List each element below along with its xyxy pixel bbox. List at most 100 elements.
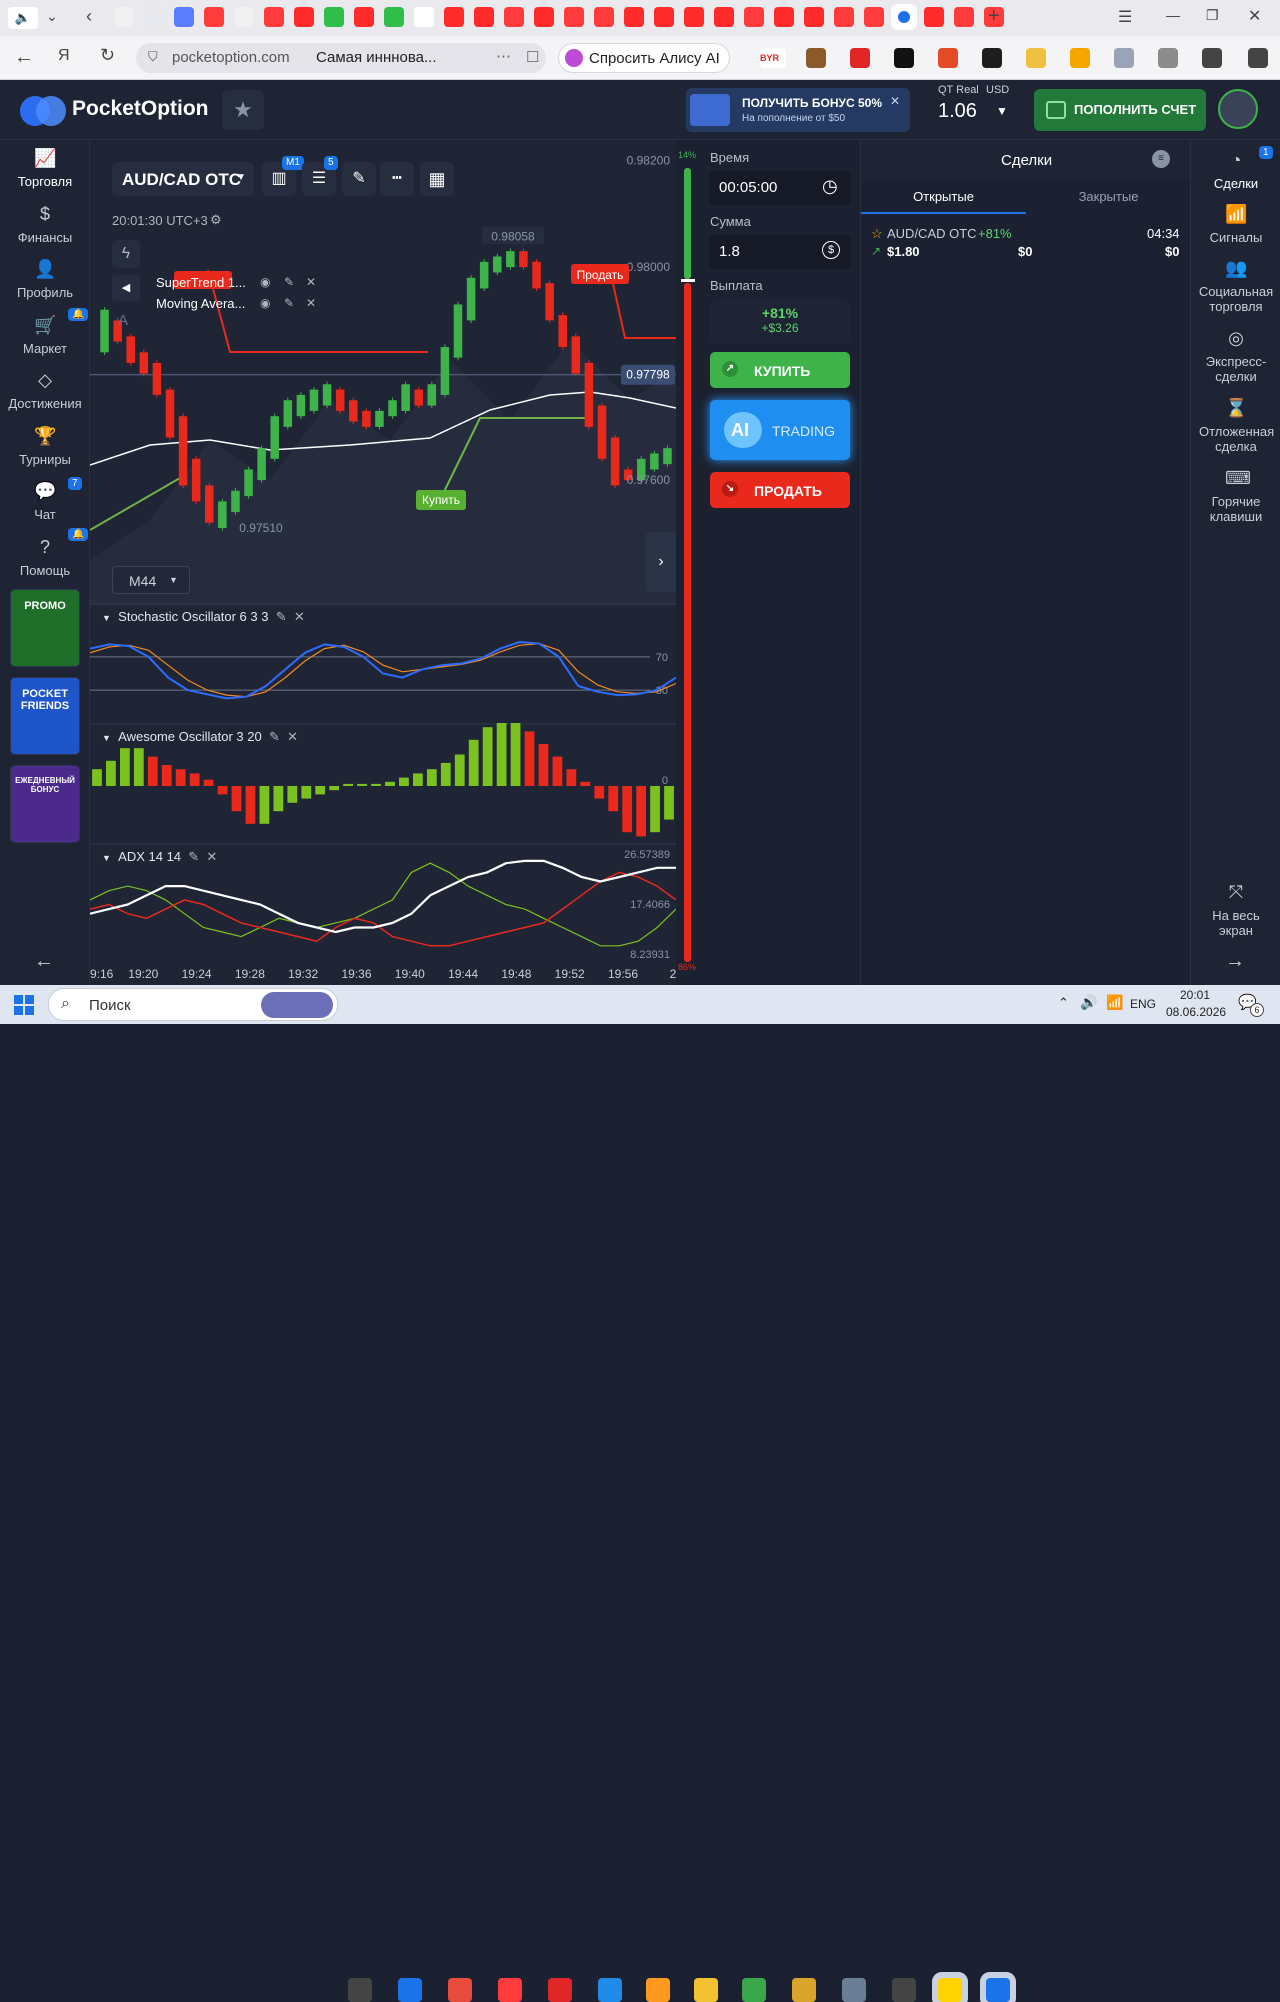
extension-icon[interactable]: BYR — [760, 48, 786, 68]
logo-icon[interactable] — [20, 96, 66, 126]
close-icon[interactable]: ✕ — [306, 296, 316, 310]
taskbar-app-icon[interactable] — [598, 1978, 622, 2002]
rnav-signals[interactable]: 📶 Сигналы — [1191, 204, 1280, 245]
browser-tab-icon[interactable] — [174, 7, 194, 27]
close-icon[interactable]: ✕ — [306, 275, 316, 289]
asset-selector[interactable]: AUD/CAD OTC ▼ — [112, 162, 254, 196]
maximize-icon[interactable]: ❐ — [1206, 7, 1219, 24]
taskbar-app-icon[interactable] — [398, 1978, 422, 2002]
browser-tab-icon[interactable] — [594, 7, 614, 27]
yandex-icon[interactable]: Я — [58, 47, 70, 65]
nav-item-0[interactable]: 📈 Торговля — [0, 148, 90, 189]
browser-tab-icon[interactable] — [804, 7, 824, 27]
timeframe-button[interactable]: ▥ M1 — [262, 156, 304, 196]
close-icon[interactable]: ✕ — [294, 609, 305, 624]
favorites-button[interactable]: ★ — [222, 90, 264, 130]
rnav-express[interactable]: ◎ Экспресс-сделки — [1191, 328, 1280, 384]
chevron-down-icon[interactable]: ⌄ — [46, 8, 58, 25]
nav-item-6[interactable]: 💬 Чат 7 — [0, 477, 90, 522]
extension-icon[interactable] — [1026, 48, 1046, 68]
clock-date[interactable]: 08.06.2026 — [1166, 1005, 1226, 1019]
taskbar-app-icon[interactable] — [792, 1978, 816, 2002]
drawing-button[interactable]: ✎ — [342, 162, 376, 196]
browser-tab-icon[interactable] — [444, 7, 464, 27]
avatar[interactable] — [1218, 89, 1258, 129]
taskbar-app-icon[interactable] — [842, 1978, 866, 2002]
trade-item[interactable]: ☆ AUD/CAD OTC +81% 04:34 ↗ $1.80 $0 $0 — [871, 224, 1181, 264]
language-indicator[interactable]: ENG — [1130, 997, 1156, 1011]
clock-time[interactable]: 20:01 — [1180, 988, 1210, 1002]
promo-card-1[interactable]: POCKET FRIENDS — [10, 677, 80, 755]
taskbar-app-icon[interactable] — [742, 1978, 766, 2002]
browser-tab-icon[interactable] — [624, 7, 644, 27]
taskbar-app-icon[interactable] — [938, 1978, 962, 2002]
extension-icon[interactable] — [894, 48, 914, 68]
browser-tab-icon[interactable] — [564, 7, 584, 27]
star-icon[interactable]: ☆ — [871, 226, 883, 242]
extension-icon[interactable] — [1070, 48, 1090, 68]
refresh-icon[interactable]: ↻ — [100, 45, 115, 66]
extension-icon[interactable] — [1114, 48, 1134, 68]
close-icon[interactable]: ✕ — [206, 849, 217, 864]
chevron-up-icon[interactable]: ⌃ — [1058, 995, 1069, 1011]
extension-icon[interactable] — [806, 48, 826, 68]
line-style-button[interactable]: ┅ — [380, 162, 414, 196]
tab-closed[interactable]: Закрытые — [1026, 182, 1191, 214]
extension-icon[interactable] — [982, 48, 1002, 68]
taskbar-app-icon[interactable] — [694, 1978, 718, 2002]
rnav-social[interactable]: 👥 Социальная торговля — [1191, 258, 1280, 314]
nav-item-1[interactable]: $ Финансы — [0, 204, 90, 245]
account-switcher[interactable]: QT Real USD 1.06 ▼ — [930, 84, 1020, 136]
rnav-fullscreen[interactable]: ⤧ На весь экран — [1191, 882, 1280, 938]
nav-item-5[interactable]: 🏆 Турниры — [0, 426, 90, 467]
list-icon[interactable]: ≡ — [1152, 150, 1170, 168]
sell-button[interactable]: ↘ ПРОДАТЬ — [710, 472, 850, 508]
tf-select[interactable]: M44 ▼ — [112, 566, 190, 594]
deposit-button[interactable]: ПОПОЛНИТЬ СЧЕТ — [1034, 89, 1206, 131]
browser-tab-icon[interactable] — [414, 7, 434, 27]
browser-tab-icon[interactable] — [714, 7, 734, 27]
extension-icon[interactable] — [1248, 48, 1268, 68]
back-icon[interactable]: ← — [14, 46, 34, 69]
rnav-trades[interactable]: ◔ Сделки 1 — [1191, 146, 1280, 191]
indicators-button[interactable]: ☰ 5 — [302, 156, 338, 196]
eye-icon[interactable]: ◉ — [260, 275, 270, 289]
close-icon[interactable]: ✕ — [890, 94, 900, 108]
browser-tab-icon[interactable] — [474, 7, 494, 27]
wifi-icon[interactable]: 📶 — [1106, 994, 1123, 1011]
pencil-icon[interactable]: ✎ — [188, 849, 199, 864]
browser-tab-icon[interactable] — [264, 7, 284, 27]
collapse-icon[interactable]: ▼ — [102, 853, 111, 863]
browser-tab-icon[interactable] — [684, 7, 704, 27]
browser-tab-icon[interactable] — [294, 7, 314, 27]
browser-tab-icon[interactable] — [354, 7, 374, 27]
pencil-icon[interactable]: ✎ — [269, 729, 280, 744]
browser-tab-icon[interactable] — [774, 7, 794, 27]
browser-tab-icon[interactable] — [384, 7, 404, 27]
alice-button[interactable]: Спросить Алису AI — [558, 43, 730, 73]
speaker-icon[interactable]: 🔈 — [8, 7, 38, 29]
browser-tab-icon[interactable] — [654, 7, 674, 27]
extension-icon[interactable] — [1202, 48, 1222, 68]
taskbar-app-icon[interactable] — [986, 1978, 1010, 2002]
browser-tab-icon[interactable] — [834, 7, 854, 27]
windows-start-icon[interactable] — [14, 995, 34, 1015]
taskbar-app-icon[interactable] — [548, 1978, 572, 2002]
extension-icon[interactable] — [938, 48, 958, 68]
close-icon[interactable]: ✕ — [1248, 6, 1261, 26]
pencil-icon[interactable]: ✎ — [284, 296, 294, 310]
chart-area[interactable]: 0.98200 0.98058 0.98000 0.97798 0.97600 0.975… — [90, 140, 676, 985]
arrow-right-icon[interactable]: → — [1225, 950, 1245, 973]
new-tab-icon[interactable]: + — [988, 5, 1000, 28]
pencil-icon[interactable]: ✎ — [284, 275, 294, 289]
ai-trading-button[interactable]: AI TRADING — [710, 400, 850, 460]
promo-card-0[interactable]: PROMO — [10, 589, 80, 667]
lightning-icon[interactable]: ϟ — [112, 240, 140, 268]
gear-icon[interactable]: ⚙ — [210, 212, 222, 228]
chevron-left-icon[interactable]: ‹ — [86, 6, 92, 27]
nav-item-4[interactable]: ◇ Достижения — [0, 370, 90, 411]
close-icon[interactable]: ✕ — [287, 729, 298, 744]
browser-tab-icon[interactable] — [894, 7, 914, 27]
url-field[interactable]: ⛉ pocketoption.com Самая инннова... ⋯ ☐ — [136, 43, 546, 73]
rnav-pending[interactable]: ⌛ Отложенная сделка — [1191, 398, 1280, 454]
